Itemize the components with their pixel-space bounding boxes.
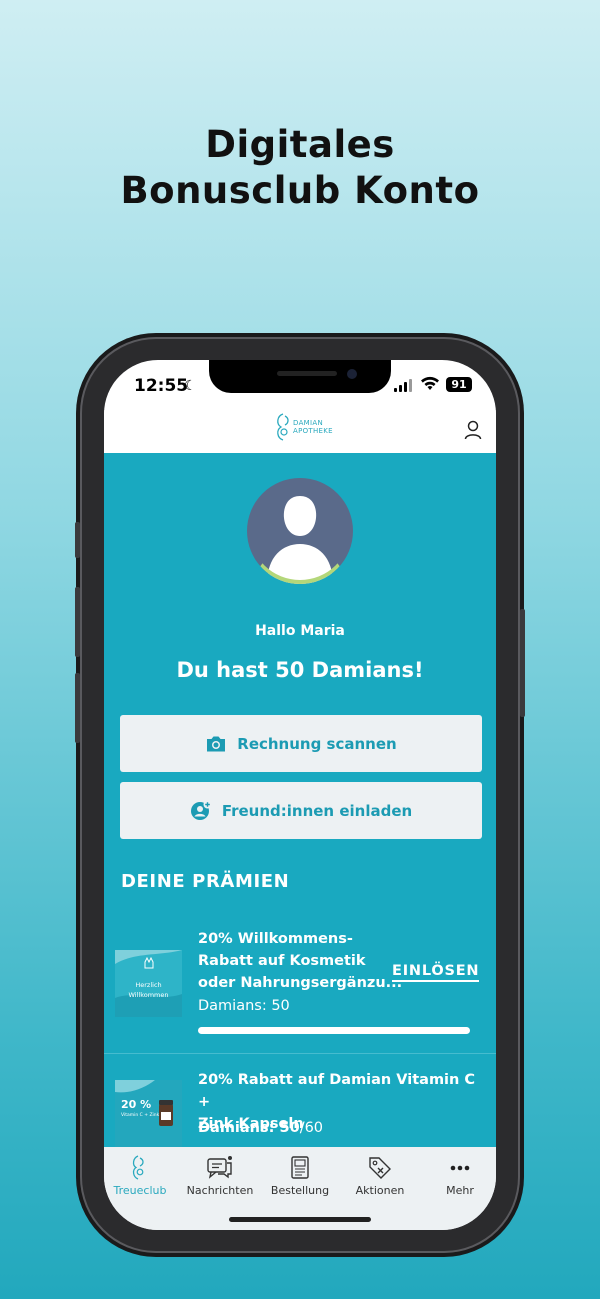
logo-text: DAMIAN APOTHEKE <box>293 419 333 435</box>
tab-label: Bestellung <box>270 1184 330 1197</box>
reward-damians-current: 50 <box>279 1120 300 1136</box>
battery-indicator: 91 <box>446 377 472 392</box>
wifi-icon <box>420 376 440 396</box>
reward-progress-bar <box>198 1027 470 1034</box>
logo-line-2: APOTHEKE <box>293 427 333 435</box>
tab-label: Treueclub <box>113 1184 167 1197</box>
tab-label: Nachrichten <box>186 1184 254 1197</box>
reward-thumb-line-2: Vitamin C + Zink <box>121 1113 160 1118</box>
tab-bestellung[interactable]: Bestellung <box>261 1154 339 1197</box>
scan-invoice-label: Rechnung scannen <box>237 734 397 753</box>
mute-switch <box>75 522 80 558</box>
reward-damians-total: /60 <box>299 1120 324 1136</box>
volume-down-button <box>75 673 80 743</box>
speaker <box>277 371 337 376</box>
more-icon <box>421 1154 496 1182</box>
reward-damians: Damians: 50/60 <box>198 1120 323 1136</box>
headline-line-2: Bonusclub Konto <box>120 169 480 212</box>
redeem-button[interactable]: EINLÖSEN <box>392 963 480 982</box>
reward-thumb-line-1: Herzlich <box>135 981 162 989</box>
home-indicator[interactable] <box>229 1217 371 1222</box>
treueclub-logo-icon <box>104 1154 179 1182</box>
tab-treueclub[interactable]: Treueclub <box>104 1154 179 1197</box>
phone-frame: 12:55 ☾ 91 DAMIAN APOTHEKE Hallo Maria D… <box>75 337 525 1253</box>
logo-line-1: DAMIAN <box>293 419 323 427</box>
add-friend-icon <box>190 800 212 822</box>
prescription-icon <box>261 1154 339 1182</box>
tab-label: Mehr <box>446 1184 474 1197</box>
status-time: 12:55 <box>134 376 189 396</box>
reward-title-line-1: 20% Rabatt auf Damian Vitamin C + <box>198 1072 476 1110</box>
tab-aktionen[interactable]: Aktionen <box>341 1154 419 1197</box>
volume-up-button <box>75 587 80 657</box>
reward-item[interactable]: Herzlich Willkommen 20% Willkommens- Rab… <box>104 913 496 1053</box>
tab-mehr[interactable]: Mehr <box>421 1154 496 1197</box>
cellular-signal-icon <box>394 379 412 392</box>
reward-title-line-1: 20% Willkommens- <box>198 931 353 947</box>
focus-moon-icon: ☾ <box>184 378 197 394</box>
chat-icon <box>181 1154 259 1182</box>
points-balance: Du hast 50 Damians! <box>176 658 424 682</box>
phone-screen: 12:55 ☾ 91 DAMIAN APOTHEKE Hallo Maria D… <box>104 360 496 1230</box>
reward-thumb-line-1: 20 % <box>121 1098 152 1111</box>
front-camera <box>347 369 357 379</box>
power-button <box>520 609 525 717</box>
reward-damians: Damians: 50 <box>198 998 290 1014</box>
tab-nachrichten[interactable]: Nachrichten <box>181 1154 259 1197</box>
invite-friends-button[interactable]: Freund:innen einladen <box>120 782 482 839</box>
camera-icon <box>205 735 227 753</box>
headline-line-1: Digitales <box>205 123 395 166</box>
scan-invoice-button[interactable]: Rechnung scannen <box>120 715 482 772</box>
reward-title: 20% Willkommens- Rabatt auf Kosmetik ode… <box>198 928 458 994</box>
notch <box>209 360 391 393</box>
invite-friends-label: Freund:innen einladen <box>221 801 413 820</box>
avatar-ring-accent <box>247 478 353 584</box>
main-content: Hallo Maria Du hast 50 Damians! Rechnung… <box>104 453 496 1151</box>
greeting-text: Hallo Maria <box>255 623 345 639</box>
headline: Digitales Bonusclub Konto <box>0 122 600 214</box>
reward-thumb-line-2: Willkommen <box>128 991 169 999</box>
tab-label: Aktionen <box>355 1184 405 1197</box>
reward-thumbnail: 20 % Vitamin C + Zink <box>115 1080 182 1147</box>
reward-thumbnail: Herzlich Willkommen <box>115 950 182 1017</box>
reward-damians-prefix: Damians: <box>198 1120 280 1136</box>
tag-icon <box>341 1154 419 1182</box>
reward-item[interactable]: 20 % Vitamin C + Zink 20% Rabatt auf Dam… <box>104 1054 496 1151</box>
rewards-section-title: DEINE PRÄMIEN <box>121 871 290 892</box>
profile-icon[interactable] <box>464 420 482 440</box>
